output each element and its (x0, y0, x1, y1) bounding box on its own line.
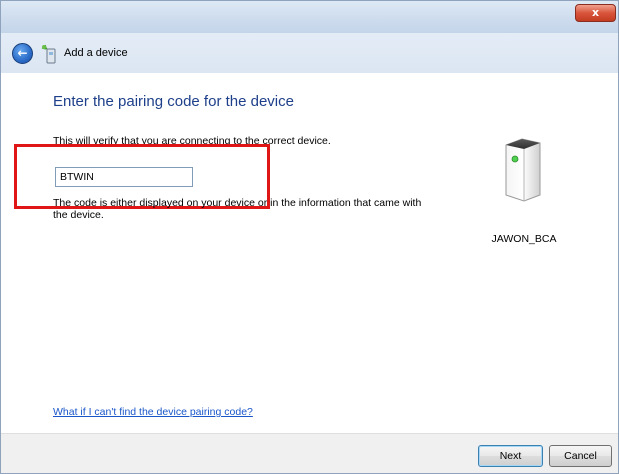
wizard-header: ← Add a device (1, 33, 618, 73)
pairing-code-help-text: The code is either displayed on your dev… (53, 197, 422, 221)
device-name-label: JAWON_BCA (491, 233, 557, 245)
pairing-code-help-link[interactable]: What if I can't find the device pairing … (53, 406, 253, 418)
back-arrow-icon[interactable]: ← (12, 43, 33, 64)
add-device-window: x ← Add a device Enter the pairing code … (0, 0, 619, 474)
title-bar: x (1, 1, 618, 33)
wizard-title: Add a device (64, 47, 128, 59)
next-button[interactable]: Next (478, 445, 543, 467)
add-device-icon (41, 44, 56, 64)
button-bar: Next Cancel (1, 433, 618, 473)
page-title: Enter the pairing code for the device (53, 93, 294, 110)
wizard-content: Enter the pairing code for the device Th… (1, 73, 618, 433)
pairing-code-input[interactable] (55, 167, 193, 187)
cancel-button[interactable]: Cancel (549, 445, 612, 467)
device-tower-icon (505, 138, 541, 202)
close-button[interactable]: x (575, 4, 616, 22)
